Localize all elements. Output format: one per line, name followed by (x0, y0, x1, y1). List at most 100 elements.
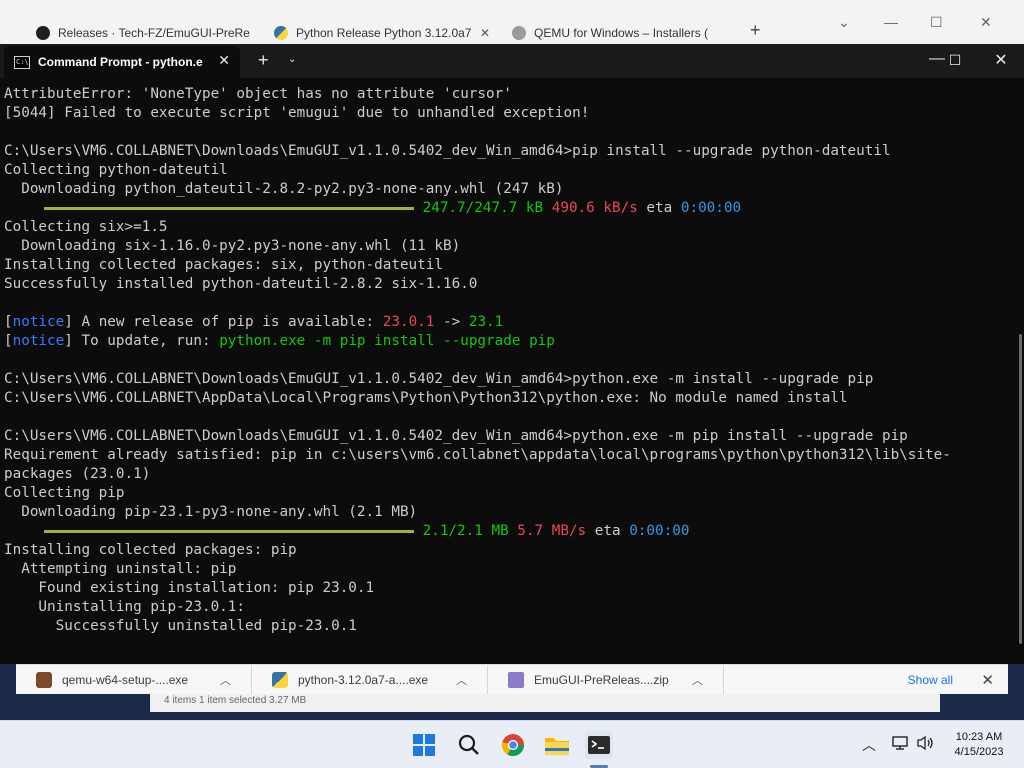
terminal-line: packages (23.0.1) (4, 465, 1004, 484)
chevron-down-icon[interactable]: ⌄ (288, 54, 296, 65)
terminal-text: 5.7 MB/s (508, 523, 587, 539)
terminal-text: python.exe -m pip install --upgrade pip (219, 333, 555, 349)
download-file-name: qemu-w64-setup-....exe (62, 672, 189, 687)
terminal-text: Downloading python_dateutil-2.8.2-py2.py… (4, 181, 564, 197)
terminal-text: 23.0.1 (382, 314, 435, 330)
zip-archive-icon (508, 671, 524, 688)
close-downloads-icon[interactable]: ✕ (981, 671, 994, 689)
download-file-name: python-3.12.0a7-a....exe (298, 672, 429, 687)
chevron-up-icon[interactable]: ︿ (692, 672, 703, 688)
terminal-output[interactable]: AttributeError: 'NoneType' object has no… (4, 85, 1004, 660)
terminal-text: Requirement already satisfied: pip in c:… (4, 447, 951, 463)
search-icon[interactable] (455, 731, 483, 759)
terminal-line: Collecting python-dateutil (4, 161, 1004, 180)
terminal-text: Downloading pip-23.1-py3-none-any.whl (2… (4, 504, 418, 520)
terminal-text: C:\Users\VM6.COLLABNET\Downloads\EmuGUI_… (4, 143, 891, 159)
terminal-text: 0:00:00 (629, 523, 690, 539)
python-icon (272, 671, 288, 688)
terminal-line: Downloading six-1.16.0-py2.py3-none-any.… (4, 237, 1004, 256)
terminal-line: Downloading pip-23.1-py3-none-any.whl (2… (4, 503, 1004, 522)
close-window-icon[interactable]: ✕ (989, 50, 1013, 70)
minimize-icon[interactable]: — (884, 14, 898, 30)
file-explorer-icon[interactable] (543, 731, 571, 759)
terminal-line: C:\Users\VM6.COLLABNET\Downloads\EmuGUI_… (4, 370, 1004, 389)
terminal-text: [ (4, 333, 13, 349)
volume-icon[interactable] (916, 735, 934, 754)
chevron-up-icon[interactable]: ︿ (862, 735, 876, 755)
terminal-text: notice (12, 333, 65, 349)
scrollbar[interactable] (1019, 334, 1022, 644)
terminal-titlebar: C:\ Command Prompt - python.e ✕ + ⌄ — ☐ … (0, 44, 1024, 78)
terminal-line: Installing collected packages: six, pyth… (4, 256, 1004, 275)
terminal-text: [5044] Failed to execute script 'emugui'… (4, 105, 590, 121)
close-icon[interactable]: ✕ (980, 14, 992, 31)
terminal-line: Successfully installed python-dateutil-2… (4, 275, 1004, 294)
close-icon[interactable]: ✕ (480, 26, 490, 40)
download-item-python[interactable]: python-3.12.0a7-a....exe ︿ (252, 664, 488, 695)
download-item-emugui[interactable]: EmuGUI-PreReleas....zip ︿ (488, 664, 724, 695)
browser-tab-label: Python Release Python 3.12.0a7 (296, 26, 472, 40)
terminal-window: C:\ Command Prompt - python.e ✕ + ⌄ — ☐ … (0, 44, 1024, 664)
terminal-line: C:\Users\VM6.COLLABNET\Downloads\EmuGUI_… (4, 427, 1004, 446)
terminal-line: 2.1/2.1 MB 5.7 MB/s eta 0:00:00 (4, 522, 1004, 541)
terminal-text: Collecting pip (4, 485, 125, 501)
terminal-text: -> (434, 314, 469, 330)
python-icon (274, 26, 288, 40)
explorer-status-text: 4 items 1 item selected 3.27 MB (164, 695, 307, 706)
terminal-text: Attempting uninstall: pip (4, 561, 237, 577)
chevron-up-icon[interactable]: ︿ (456, 672, 467, 688)
network-icon[interactable] (892, 735, 910, 754)
windows-start-icon[interactable] (410, 731, 438, 759)
maximize-icon[interactable]: ☐ (930, 14, 943, 31)
close-tab-icon[interactable]: ✕ (218, 52, 230, 69)
terminal-line: [notice] To update, run: python.exe -m p… (4, 332, 1004, 351)
terminal-tab[interactable]: C:\ Command Prompt - python.e ✕ (4, 46, 240, 78)
clock-time: 10:23 AM (955, 731, 1003, 743)
terminal-line: Successfully uninstalled pip-23.0.1 (4, 617, 1004, 636)
browser-tab-label: QEMU for Windows – Installers ( (534, 26, 709, 40)
system-clock[interactable]: 10:23 AM 4/15/2023 (944, 730, 1014, 760)
terminal-text: Downloading six-1.16.0-py2.py3-none-any.… (4, 238, 461, 254)
terminal-text: Successfully installed python-dateutil-2… (4, 276, 478, 292)
terminal-line: 247.7/247.7 kB 490.6 kB/s eta 0:00:00 (4, 199, 1004, 218)
download-item-qemu[interactable]: qemu-w64-setup-....exe ︿ (16, 664, 252, 695)
terminal-text: 23.1 (468, 314, 504, 330)
github-icon (36, 26, 50, 40)
explorer-status-bar: 4 items 1 item selected 3.27 MB (150, 694, 940, 712)
progress-bar (44, 529, 414, 533)
terminal-line: Collecting six>=1.5 (4, 218, 1004, 237)
terminal-text: Found existing installation: pip 23.0.1 (4, 580, 375, 596)
new-tab-icon[interactable]: + (258, 50, 269, 71)
installer-icon (36, 671, 52, 688)
terminal-text: packages (23.0.1) (4, 466, 151, 482)
terminal-text: C:\Users\VM6.COLLABNET\AppData\Local\Pro… (4, 390, 848, 406)
chevron-down-icon[interactable]: ⌄ (838, 14, 850, 31)
terminal-text: ] A new release of pip is available: (64, 314, 383, 330)
chevron-up-icon[interactable]: ︿ (220, 672, 231, 688)
progress-bar (44, 206, 414, 210)
terminal-text: eta (637, 200, 681, 216)
terminal-line: Found existing installation: pip 23.0.1 (4, 579, 1004, 598)
terminal-text: notice (12, 314, 65, 330)
terminal-text: Uninstalling pip-23.0.1: (4, 599, 246, 615)
terminal-line: [5044] Failed to execute script 'emugui'… (4, 104, 1004, 123)
terminal-text: 490.6 kB/s (543, 200, 638, 216)
terminal-text: 247.7/247.7 kB (414, 200, 544, 216)
new-tab-icon[interactable]: + (750, 20, 761, 41)
terminal-text: Collecting six>=1.5 (4, 219, 168, 235)
terminal-taskbar-icon[interactable] (585, 731, 613, 759)
terminal-line: Collecting pip (4, 484, 1004, 503)
terminal-text: Installing collected packages: six, pyth… (4, 257, 443, 273)
maximize-icon[interactable]: ☐ (943, 52, 967, 69)
chrome-icon[interactable] (499, 731, 527, 759)
terminal-line: Installing collected packages: pip (4, 541, 1004, 560)
terminal-text: ] To update, run: (64, 333, 220, 349)
terminal-text: AttributeError: 'NoneType' object has no… (4, 86, 512, 102)
show-all-link[interactable]: Show all (908, 673, 953, 687)
terminal-line: Requirement already satisfied: pip in c:… (4, 446, 1004, 465)
globe-icon (512, 26, 526, 40)
terminal-line: C:\Users\VM6.COLLABNET\AppData\Local\Pro… (4, 389, 1004, 408)
terminal-text: C:\Users\VM6.COLLABNET\Downloads\EmuGUI_… (4, 371, 874, 387)
